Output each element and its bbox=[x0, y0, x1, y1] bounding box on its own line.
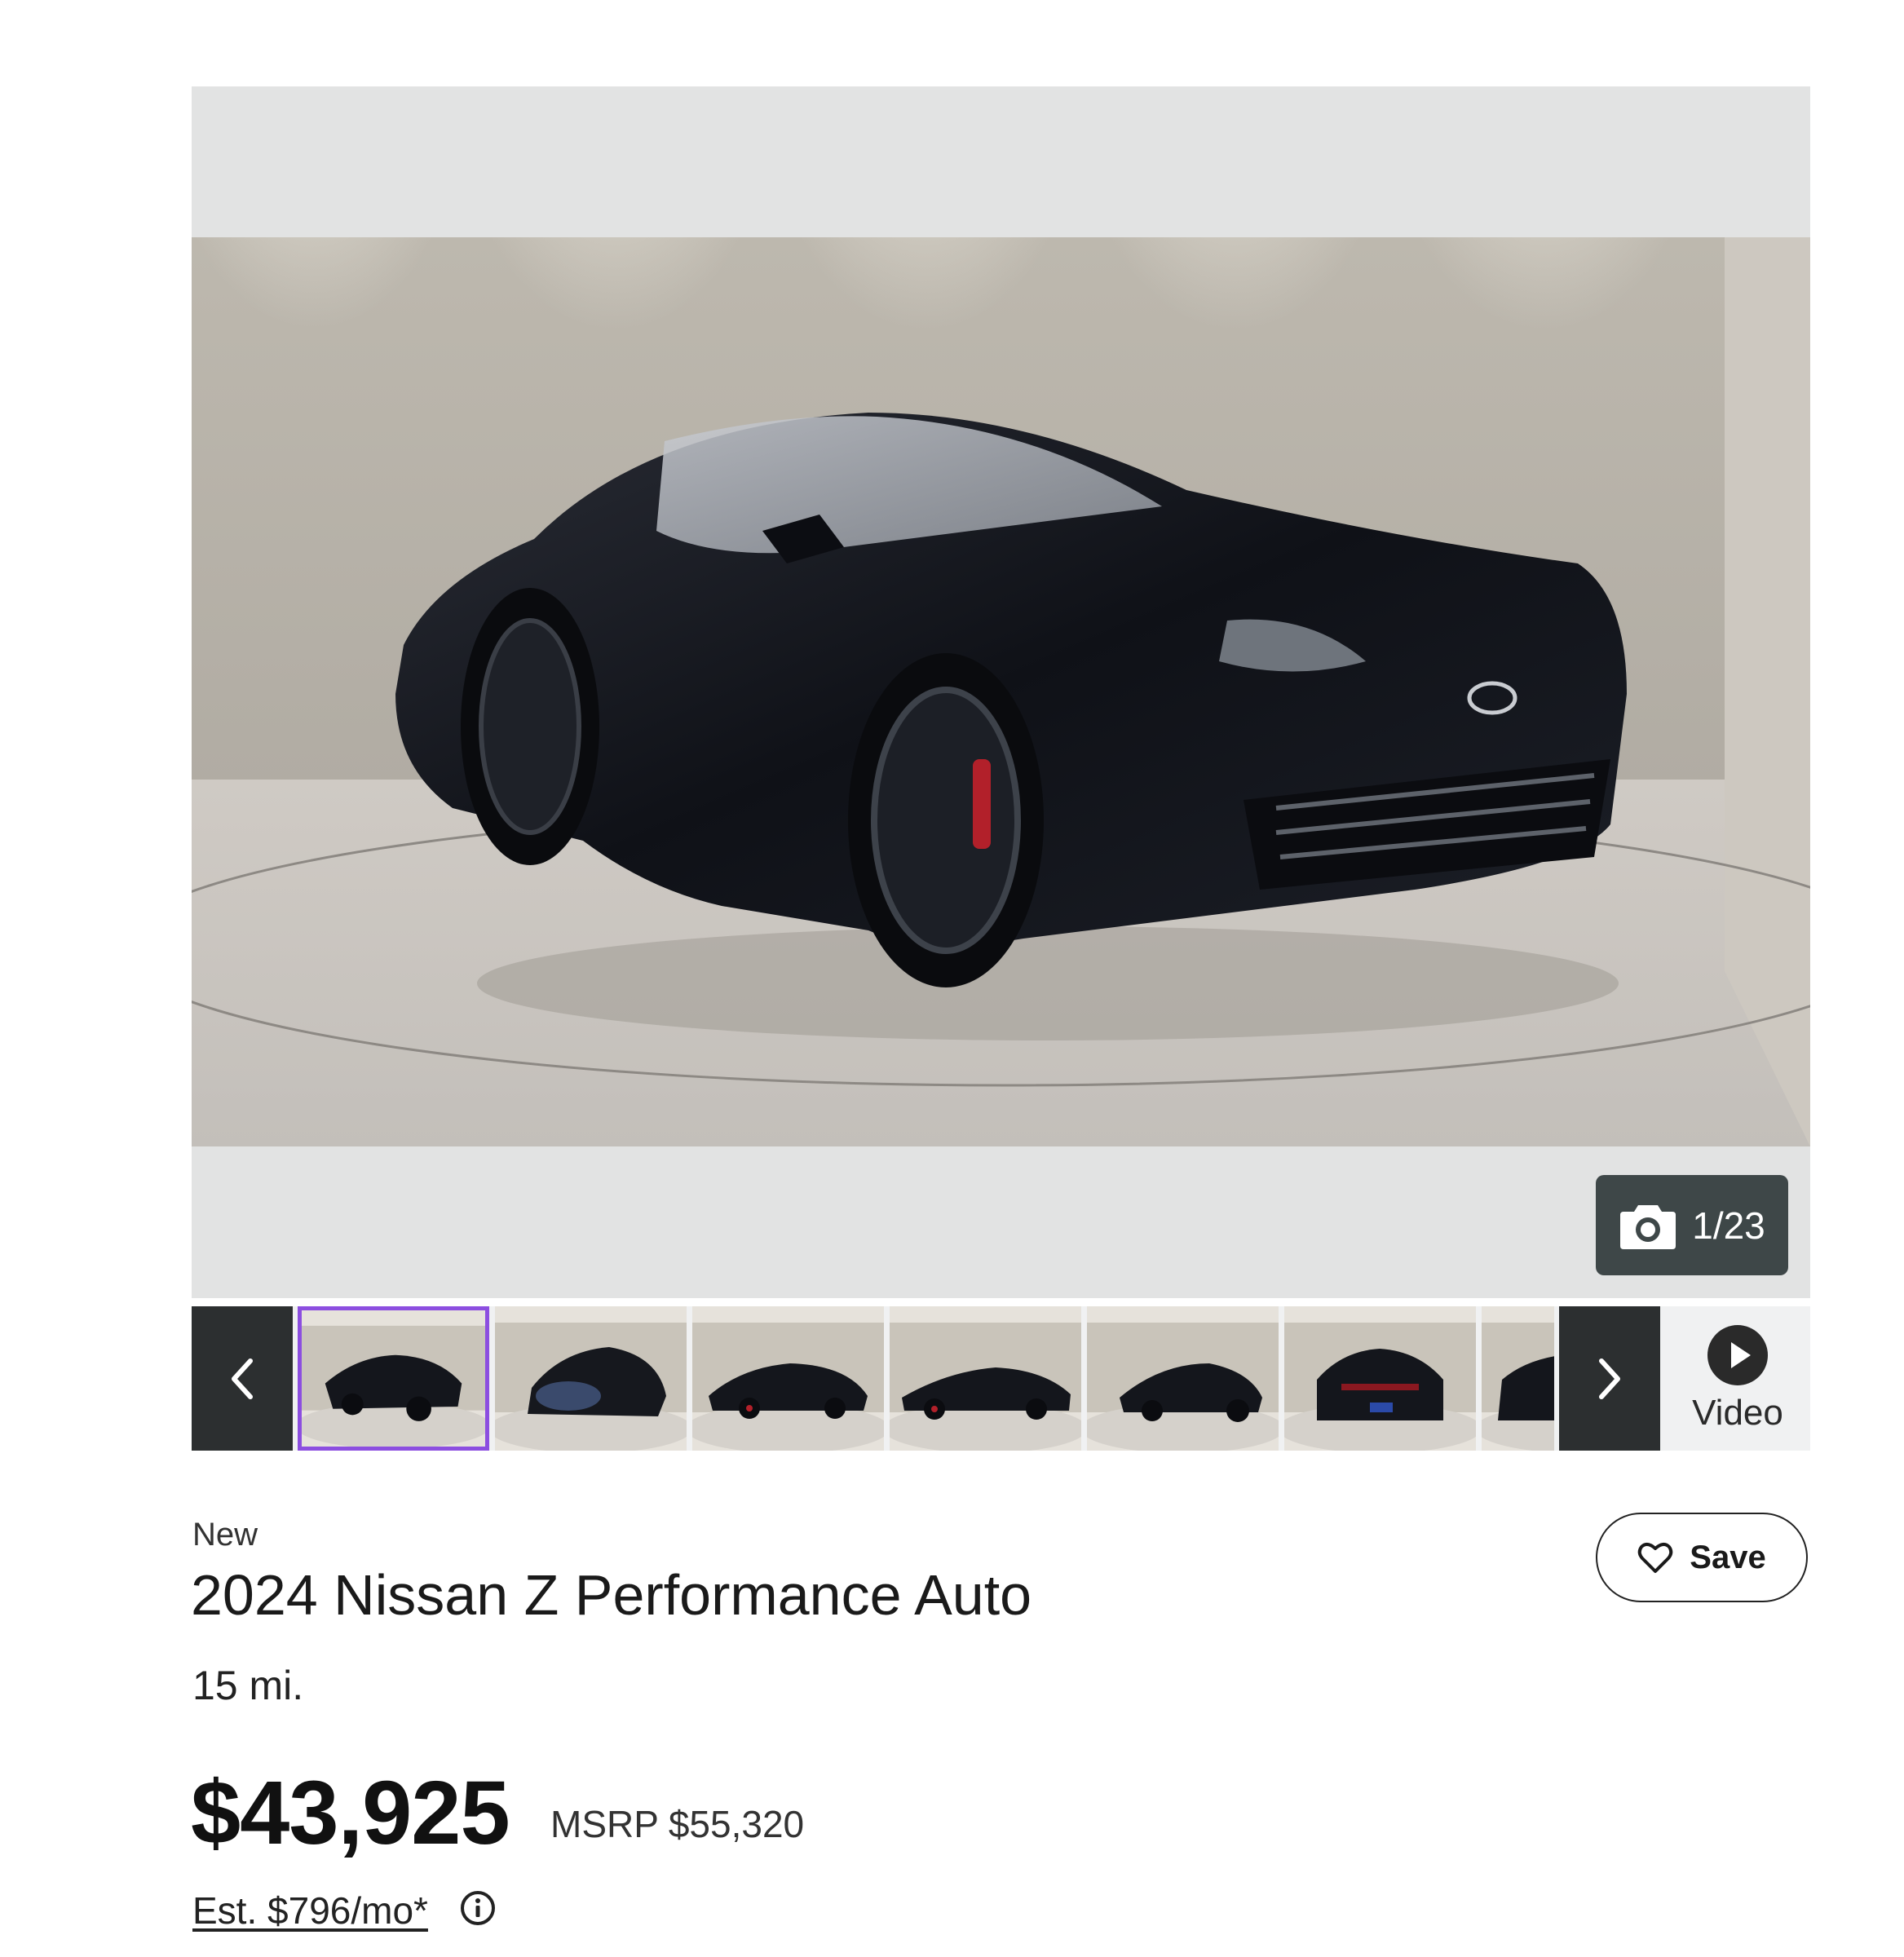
photo-counter-text: 1/23 bbox=[1692, 1204, 1765, 1247]
vehicle-msrp: MSRP $55,320 bbox=[550, 1803, 805, 1845]
info-icon[interactable] bbox=[460, 1890, 496, 1926]
vehicle-mileage: 15 mi. bbox=[192, 1663, 304, 1708]
photo-counter[interactable]: 1/23 bbox=[1596, 1175, 1788, 1275]
next-photo-button[interactable] bbox=[1559, 1306, 1660, 1451]
monthly-estimate-link[interactable]: Est. $796/mo* bbox=[192, 1889, 428, 1933]
heart-icon bbox=[1638, 1543, 1673, 1573]
vehicle-condition: New bbox=[192, 1517, 258, 1553]
chevron-right-icon bbox=[1599, 1358, 1620, 1399]
camera-icon bbox=[1620, 1204, 1676, 1249]
vehicle-title: 2024 Nissan Z Performance Auto bbox=[191, 1563, 1032, 1627]
thumbnail-list bbox=[298, 1306, 1554, 1451]
chevron-left-icon bbox=[232, 1358, 253, 1399]
main-car-photo[interactable] bbox=[192, 237, 1810, 1146]
thumbnail-1[interactable] bbox=[298, 1306, 489, 1451]
vehicle-price: $43,925 bbox=[191, 1763, 510, 1863]
play-icon bbox=[1707, 1324, 1768, 1385]
thumbnail-4[interactable] bbox=[890, 1306, 1081, 1451]
photo-gallery[interactable]: 1/23 bbox=[192, 86, 1810, 1298]
save-button[interactable]: Save bbox=[1596, 1513, 1808, 1602]
video-label: Video bbox=[1692, 1392, 1783, 1433]
thumbnail-3[interactable] bbox=[692, 1306, 884, 1451]
thumbnail-7[interactable] bbox=[1482, 1306, 1554, 1451]
save-button-label: Save bbox=[1690, 1539, 1766, 1575]
previous-photo-button[interactable] bbox=[192, 1306, 293, 1451]
thumbnail-2[interactable] bbox=[495, 1306, 687, 1451]
thumbnail-5[interactable] bbox=[1087, 1306, 1279, 1451]
thumbnail-6[interactable] bbox=[1284, 1306, 1476, 1451]
video-button[interactable]: Video bbox=[1665, 1306, 1810, 1451]
listing-page: 1/23 Video New 2024 Nissan Z Performance… bbox=[0, 0, 1904, 1957]
thumbnail-strip: Video bbox=[192, 1306, 1810, 1451]
